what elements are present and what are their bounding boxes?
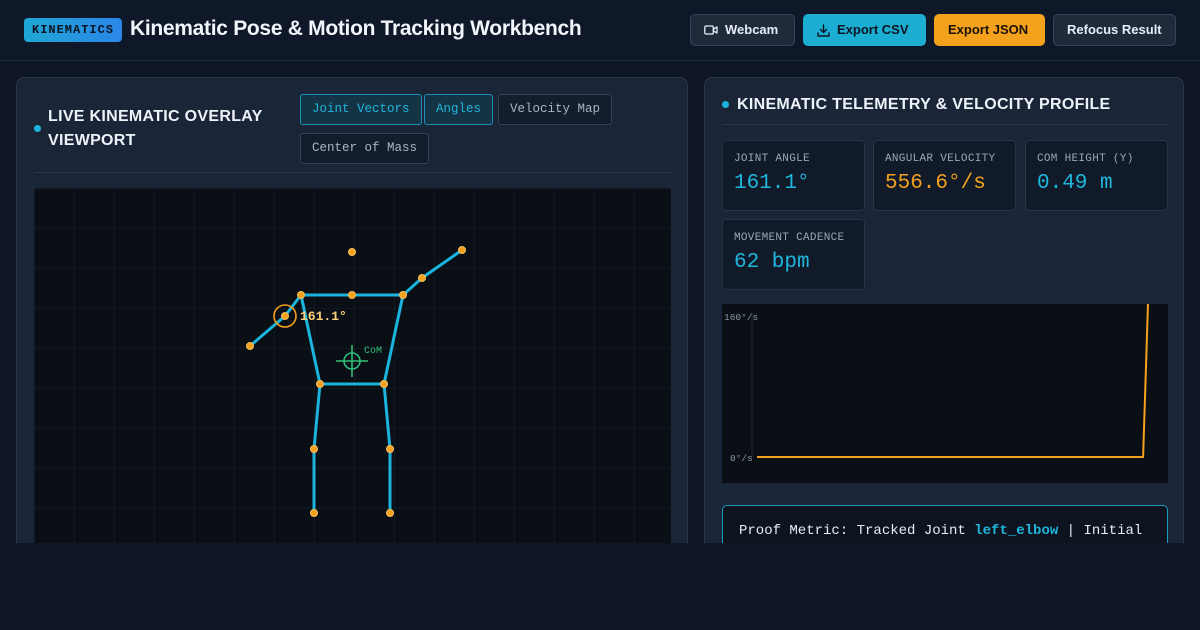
proof-prefix: Proof Metric: Tracked Joint [739,523,975,539]
app-header: KINEMATICS Kinematic Pose & Motion Track… [0,0,1200,61]
overlay-viewport-panel: LIVE KINEMATIC OVERLAY VIEWPORT Joint Ve… [16,77,688,557]
status-dot [722,101,729,108]
card-label: JOINT ANGLE [734,153,810,165]
velocity-profile-chart: 160°/s 0°/s [722,303,1168,483]
card-label: ANGULAR VELOCITY [885,153,996,165]
joint-angle-card: JOINT ANGLE 161.1° [722,140,865,211]
center-of-mass-label: CoM [364,346,382,357]
tab-velocity-map[interactable]: Velocity Map [498,94,613,125]
joint-angle-value: 161.1° [734,172,810,195]
joint-angle-annotation: 161.1° [300,309,347,324]
telemetry-panel: KINEMATIC TELEMETRY & VELOCITY PROFILE J… [704,77,1184,557]
velocity-chart-svg: 160°/s 0°/s [724,303,1149,464]
com-height-value: 0.49 m [1037,172,1113,195]
panel-divider [722,124,1168,125]
card-label: COM HEIGHT (Y) [1037,153,1134,165]
y-tick-bottom: 0°/s [730,453,753,464]
brand-badge: KINEMATICS [24,18,123,42]
status-dot [34,125,41,132]
angular-velocity-value: 556.6°/s [885,172,986,195]
tab-joint-vectors[interactable]: Joint Vectors [300,94,422,125]
refocus-result-button[interactable]: Refocus Result [1053,14,1176,46]
export-csv-button[interactable]: Export CSV [803,14,926,46]
card-label: MOVEMENT CADENCE [734,232,845,244]
page-background [0,543,1200,630]
viewport-title-line2: VIEWPORT [48,132,136,149]
download-icon [817,23,830,37]
proof-joint-name: left_elbow [974,523,1059,539]
video-camera-icon [704,25,718,35]
viewport-panel-title: LIVE KINEMATIC OVERLAY VIEWPORT [48,105,288,153]
tab-angles[interactable]: Angles [424,94,494,125]
tab-center-of-mass[interactable]: Center of Mass [300,133,430,164]
viewport-title-line1: LIVE KINEMATIC OVERLAY [48,108,263,125]
export-json-button[interactable]: Export JSON [934,14,1045,46]
com-height-card: COM HEIGHT (Y) 0.49 m [1025,140,1168,211]
proof-suffix: | Initial [1058,523,1143,539]
skeleton-overlay: 161.1° CoM [34,188,671,556]
export-json-label: Export JSON [948,22,1029,37]
movement-cadence-card: MOVEMENT CADENCE 62 bpm [722,219,865,290]
refocus-result-label: Refocus Result [1067,22,1162,37]
webcam-button[interactable]: Webcam [690,14,795,46]
app-title: Kinematic Pose & Motion Tracking Workben… [130,17,582,40]
y-tick-top: 160°/s [724,312,758,323]
panel-divider [34,172,672,173]
pose-overlay-viewport[interactable]: 161.1° CoM [34,188,671,556]
export-csv-label: Export CSV [837,22,909,37]
movement-cadence-value: 62 bpm [734,251,810,274]
webcam-button-label: Webcam [725,22,779,37]
angular-velocity-card: ANGULAR VELOCITY 556.6°/s [873,140,1016,211]
angular-velocity-series [757,303,1149,458]
telemetry-panel-title: KINEMATIC TELEMETRY & VELOCITY PROFILE [737,96,1111,113]
